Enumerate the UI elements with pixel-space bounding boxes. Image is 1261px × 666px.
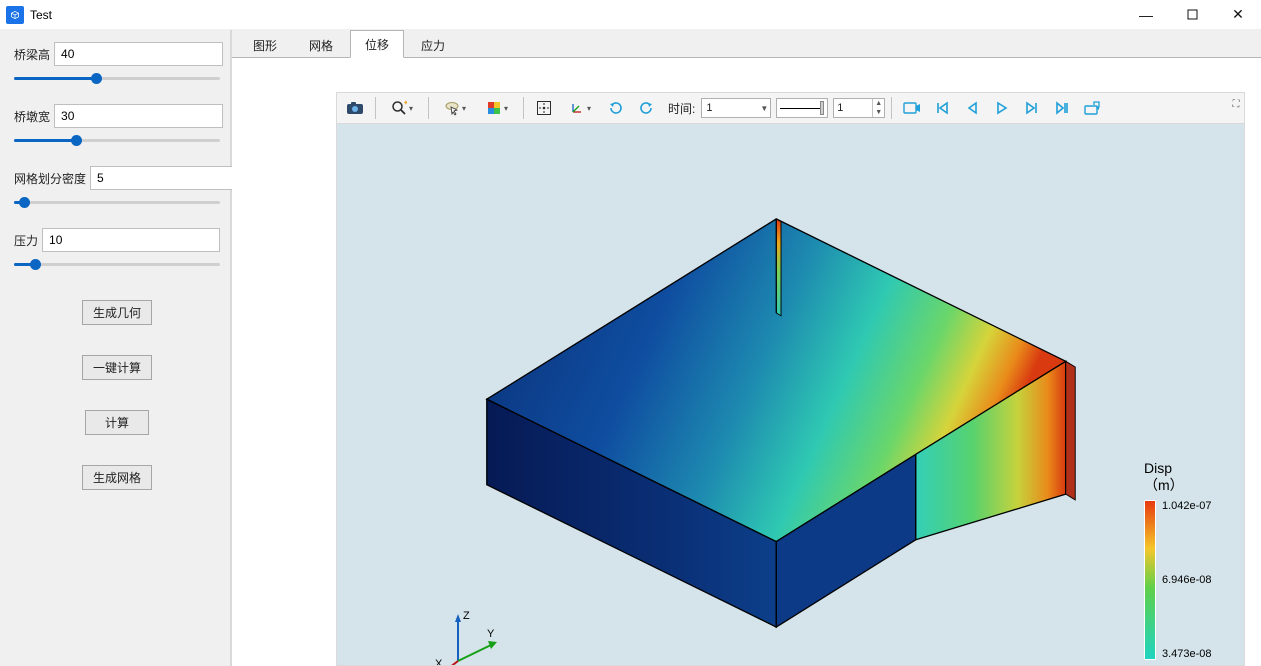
viz-scene[interactable]: Z Y X Disp （m） 1.042e-07 6.946e-08 — [336, 124, 1245, 666]
time-label: 时间: — [668, 100, 695, 117]
label-bridge-height: 桥梁高 — [14, 46, 50, 63]
legend-title-1: Disp — [1144, 460, 1172, 476]
sidebar-panel: 桥梁高 桥墩宽 网格划分密度 压力 生成几何 一键计算 — [0, 30, 232, 666]
input-pressure[interactable] — [42, 228, 220, 252]
frame-spin-down[interactable]: ▼ — [873, 108, 884, 117]
frame-spin[interactable]: 1 ▲▼ — [833, 98, 885, 118]
tab-graphics[interactable]: 图形 — [238, 31, 292, 58]
play-icon[interactable] — [988, 95, 1016, 121]
gen-mesh-button[interactable]: 生成网格 — [82, 465, 152, 490]
field-pier-width: 桥墩宽 — [14, 104, 220, 128]
field-pressure: 压力 — [14, 228, 220, 252]
export-anim-icon[interactable] — [1078, 95, 1106, 121]
gen-geometry-button[interactable]: 生成几何 — [82, 300, 152, 325]
window-title: Test — [30, 8, 52, 22]
slider-bridge-height[interactable] — [14, 72, 220, 84]
legend-value-1: 6.946e-08 — [1162, 574, 1212, 586]
titlebar: Test — ✕ — [0, 0, 1261, 30]
camera-icon[interactable] — [341, 95, 369, 121]
select-icon[interactable] — [435, 95, 475, 121]
tab-displacement[interactable]: 位移 — [350, 30, 404, 58]
slider-pier-width[interactable] — [14, 134, 220, 146]
tab-panel-displacement: ✦ — [232, 58, 1261, 666]
model-render — [337, 124, 1244, 665]
last-frame-icon[interactable] — [1048, 95, 1076, 121]
legend-colorbar — [1144, 500, 1156, 660]
tab-stress[interactable]: 应力 — [406, 31, 460, 58]
slider-mesh-density[interactable] — [14, 196, 220, 208]
label-pier-width: 桥墩宽 — [14, 108, 50, 125]
zoom-icon[interactable]: ✦ — [382, 95, 422, 121]
calc-button[interactable]: 计算 — [85, 410, 149, 435]
svg-text:✦: ✦ — [403, 100, 407, 107]
legend-value-2: 3.473e-08 — [1162, 648, 1212, 660]
input-pier-width[interactable] — [54, 104, 223, 128]
record-icon[interactable] — [898, 95, 926, 121]
svg-text:Z: Z — [463, 610, 470, 622]
next-frame-icon[interactable] — [1018, 95, 1046, 121]
legend-title-2: （m） — [1144, 477, 1184, 493]
field-mesh-density: 网格划分密度 — [14, 166, 220, 190]
field-bridge-height: 桥梁高 — [14, 42, 220, 66]
tab-mesh[interactable]: 网格 — [294, 31, 348, 58]
palette-icon[interactable] — [477, 95, 517, 121]
fit-view-icon[interactable] — [530, 95, 558, 121]
content-area: 图形 网格 位移 应力 ✦ — [232, 30, 1261, 666]
minimize-button[interactable]: — — [1123, 0, 1169, 29]
prev-frame-icon[interactable] — [958, 95, 986, 121]
one-click-calc-button[interactable]: 一键计算 — [82, 355, 152, 380]
color-legend: Disp （m） 1.042e-07 6.946e-08 3.473e-08 — [1144, 460, 1234, 660]
toolbar-expand-icon[interactable]: ⛶ — [1230, 99, 1242, 110]
close-button[interactable]: ✕ — [1215, 0, 1261, 29]
axis-triad: Z Y X — [433, 589, 523, 666]
time-combo[interactable]: 1▼ — [701, 98, 771, 118]
tab-bar: 图形 网格 位移 应力 — [232, 30, 1261, 58]
slider-pressure[interactable] — [14, 258, 220, 270]
frame-spin-up[interactable]: ▲ — [873, 99, 884, 108]
rotate-cw-icon[interactable] — [632, 95, 660, 121]
first-frame-icon[interactable] — [928, 95, 956, 121]
orient-axes-icon[interactable] — [560, 95, 600, 121]
timeline-slider[interactable] — [776, 98, 828, 118]
legend-value-0: 1.042e-07 — [1162, 500, 1212, 512]
rotate-ccw-icon[interactable] — [602, 95, 630, 121]
maximize-button[interactable] — [1169, 0, 1215, 29]
svg-text:X: X — [435, 658, 443, 666]
input-bridge-height[interactable] — [54, 42, 223, 66]
svg-text:Y: Y — [487, 628, 495, 640]
app-icon — [6, 6, 24, 24]
label-mesh-density: 网格划分密度 — [14, 170, 86, 187]
viz-toolbar: ✦ — [336, 92, 1245, 124]
label-pressure: 压力 — [14, 232, 38, 249]
